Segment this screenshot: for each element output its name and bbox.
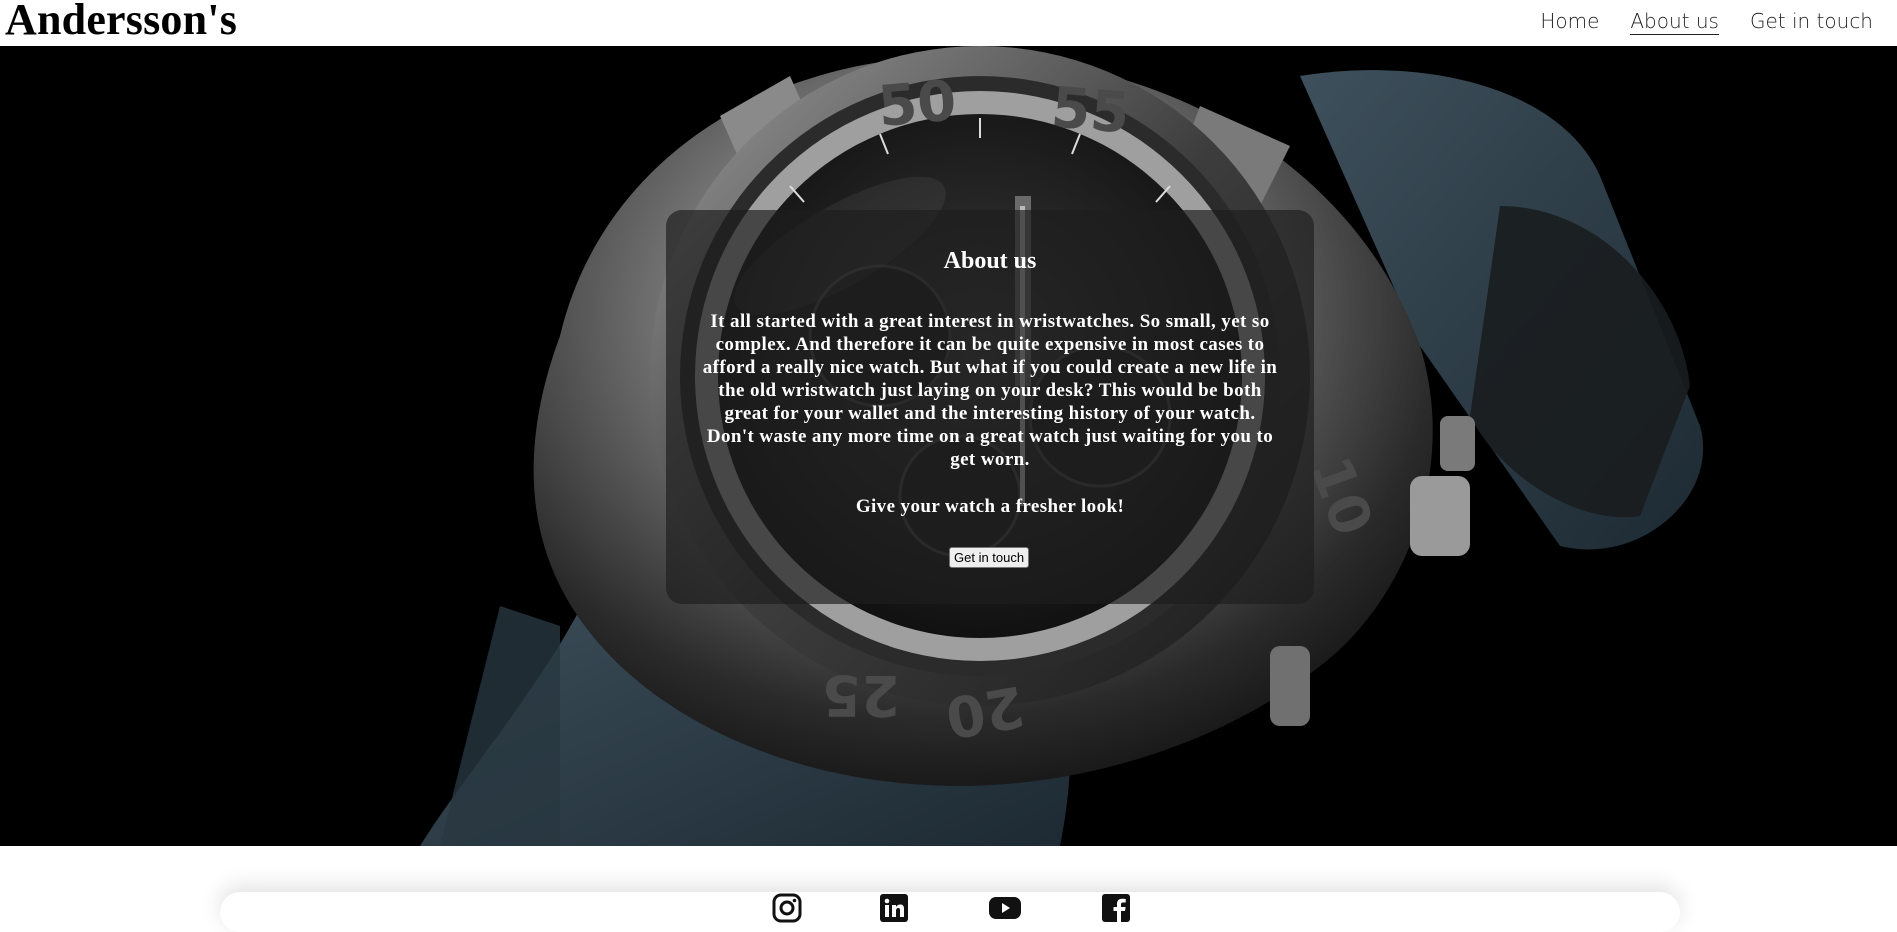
nav-about-us[interactable]: About us [1630,8,1719,35]
nav-get-in-touch[interactable]: Get in touch [1750,8,1873,35]
youtube-icon[interactable] [988,893,1021,923]
svg-text:20: 20 [941,672,1029,750]
about-panel: About us It all started with a great int… [666,210,1314,604]
linkedin-icon[interactable] [879,893,909,923]
get-in-touch-button[interactable]: Get in touch [949,547,1030,568]
nav-home[interactable]: Home [1540,8,1599,35]
site-header: Andersson's Home About us Get in touch [0,0,1897,46]
footer-shadow [220,892,1680,932]
svg-text:55: 55 [1049,75,1132,147]
facebook-icon[interactable] [1101,893,1131,923]
main-nav: Home About us Get in touch [1540,8,1873,35]
about-title: About us [943,248,1037,274]
brand-logo[interactable]: Andersson's [5,0,237,43]
site-footer [0,846,1897,923]
svg-text:50: 50 [876,68,959,140]
instagram-icon[interactable] [772,893,802,923]
about-body: It all started with a great interest in … [702,311,1278,470]
svg-text:25: 25 [822,662,900,727]
hero-section: 10 20 25 50 55 About us It all started w… [0,46,1897,846]
about-tagline: Give your watch a fresher look! [855,496,1125,517]
